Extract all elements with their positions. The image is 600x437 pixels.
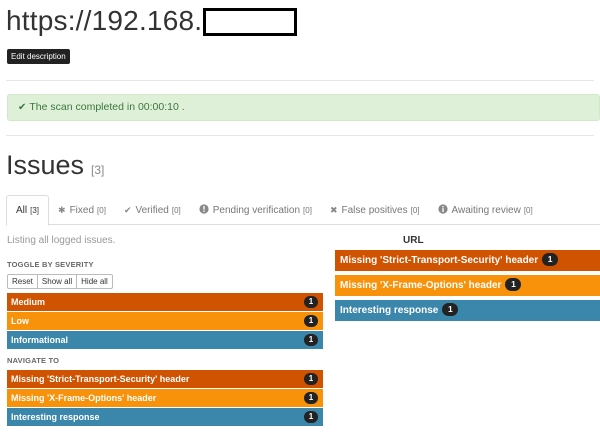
tab-verified-count: [0] [171,205,181,215]
alert-message: The scan completed in 00:00:10 . [29,101,185,113]
tab-all[interactable]: All [3] [6,195,50,226]
info-circle-icon [437,204,448,216]
url-issue-item[interactable]: Interesting response 1 [335,300,600,321]
navigate-item-count: 1 [304,411,318,423]
navigate-item[interactable]: Missing 'X-Frame-Options' header 1 [7,389,323,407]
tab-awaiting-review-count: [0] [523,205,533,215]
severity-low-label: Low [11,316,29,326]
url-issue-count: 1 [442,303,459,316]
tab-false-positives[interactable]: ✖ False positives [0] [321,195,429,225]
tab-pending-verification[interactable]: Pending verification [0] [190,195,321,225]
severity-low[interactable]: Low 1 [7,312,323,330]
issue-tabs: All [3] ✱ Fixed [0] ✔ Verified [0] Pending ve… [6,195,600,226]
tab-verified-label: Verified [135,204,169,216]
issues-title: Issues [6,150,85,180]
hide-all-button[interactable]: Hide all [76,274,113,289]
navigate-to-label: NAVIGATE TO [7,356,60,365]
tab-pending-label: Pending verification [212,204,301,216]
redaction-box [203,8,298,36]
tab-all-count: [3] [30,206,40,215]
divider [6,80,594,81]
severity-low-count: 1 [304,315,318,327]
tab-fixed-count: [0] [97,205,106,215]
navigate-item[interactable]: Missing 'Strict-Transport-Security' head… [7,370,323,388]
severity-informational[interactable]: Informational 1 [7,331,323,349]
issues-count: [3] [91,163,105,177]
tab-false-positives-count: [0] [410,205,420,215]
navigate-item-label: Missing 'Strict-Transport-Security' head… [11,374,190,384]
navigate-item-count: 1 [304,373,318,385]
page-title: https://192.168. [6,2,298,40]
url-issue-item[interactable]: Missing 'X-Frame-Options' header 1 [335,275,600,296]
severity-medium-label: Medium [11,297,46,307]
url-issue-label: Missing 'X-Frame-Options' header [340,280,502,291]
check-icon: ✔ [18,102,27,113]
show-all-button[interactable]: Show all [36,274,78,289]
edit-description-button[interactable]: Edit description [7,49,70,64]
url-issue-count: 1 [505,278,522,291]
exclamation-circle-icon [199,204,209,216]
url-issue-label: Interesting response [340,305,439,316]
navigate-item[interactable]: Interesting response 1 [7,408,323,426]
url-issue-item[interactable]: Missing 'Strict-Transport-Security' head… [335,250,600,271]
url-issue-label: Missing 'Strict-Transport-Security' head… [340,255,539,266]
navigate-item-label: Missing 'X-Frame-Options' header [11,393,157,403]
url-column-heading: URL [403,235,424,246]
tab-fixed-label: Fixed [69,204,95,216]
tab-verified[interactable]: ✔ Verified [0] [115,195,190,225]
url-issue-count: 1 [542,253,559,266]
severity-informational-label: Informational [11,335,69,345]
tab-awaiting-review[interactable]: Awaiting review [0] [429,195,542,225]
severity-toggle-buttons: Reset Show all Hide all [7,274,113,289]
tab-all-label: All [16,205,28,216]
severity-informational-count: 1 [304,334,318,346]
check-icon: ✔ [123,204,132,215]
navigate-item-count: 1 [304,392,318,404]
navigate-item-label: Interesting response [11,412,100,422]
severity-medium-count: 1 [304,296,318,308]
tab-pending-count: [0] [303,205,312,215]
tab-awaiting-review-label: Awaiting review [451,204,521,216]
issues-heading: Issues [3] [6,150,104,181]
toggle-severity-label: TOGGLE BY SEVERITY [7,260,94,269]
divider [6,135,594,136]
times-icon: ✖ [329,204,338,215]
page-title-text: https://192.168. [6,5,203,36]
reset-button[interactable]: Reset [7,274,38,289]
tab-fixed[interactable]: ✱ Fixed [0] [49,195,115,225]
severity-medium[interactable]: Medium 1 [7,293,323,311]
scan-complete-alert: ✔ The scan completed in 00:00:10 . [7,94,600,121]
listing-description: Listing all logged issues. [7,235,116,246]
asterisk-icon: ✱ [58,204,66,215]
tab-false-positives-label: False positives [341,204,408,216]
